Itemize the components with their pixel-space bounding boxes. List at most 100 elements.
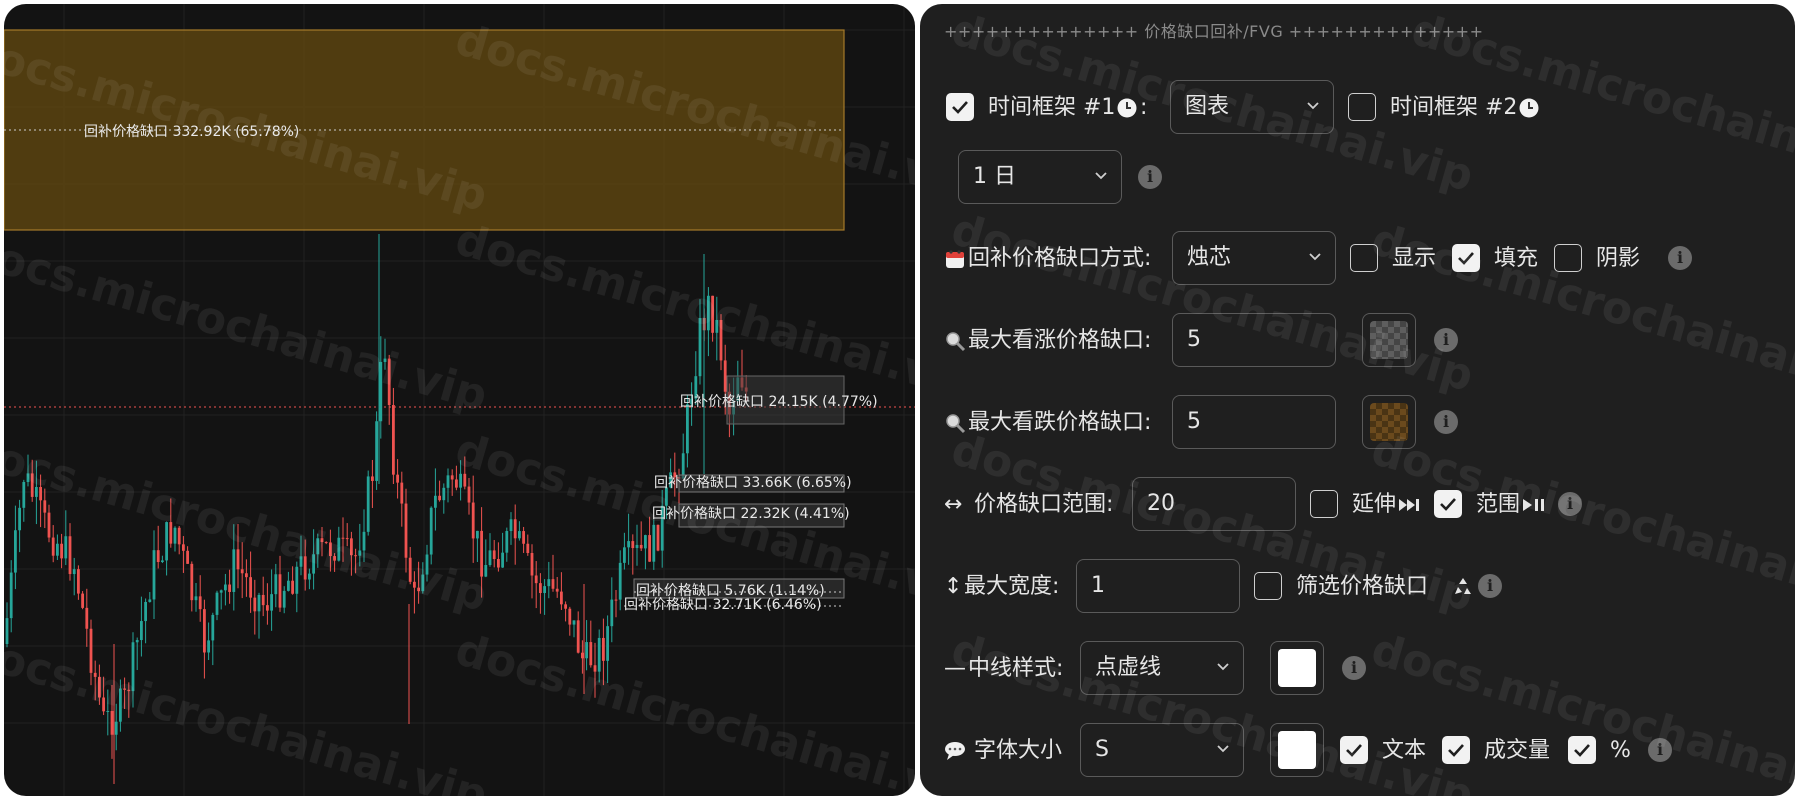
candle-body [320, 538, 324, 543]
candle-body [253, 597, 257, 612]
percent-checkbox[interactable] [1568, 736, 1596, 764]
candle-body [354, 555, 357, 557]
max-bear-label: 最大看跌价格缺口: [968, 410, 1152, 435]
candle-body [148, 599, 152, 602]
candle-body [429, 507, 433, 555]
candle-body [22, 481, 26, 508]
font-color-swatch[interactable] [1270, 723, 1324, 777]
candle-body [186, 550, 189, 564]
info-icon[interactable]: i [1138, 165, 1162, 189]
candle-body [240, 569, 244, 574]
bear-color-swatch[interactable] [1362, 395, 1416, 449]
fill-method-select[interactable]: 烛芯 [1172, 231, 1336, 285]
candle-body [198, 596, 202, 610]
candle-body [551, 579, 555, 589]
candle-body [232, 549, 236, 592]
candle-body [161, 560, 164, 563]
dash-line-icon: — [944, 656, 966, 681]
info-icon[interactable]: i [1434, 410, 1458, 434]
fill-method-select-value: 烛芯 [1187, 245, 1232, 270]
timeframe2-label: 时间框架 #2 [1390, 95, 1518, 120]
candle-body [51, 537, 55, 556]
candle-body [274, 574, 278, 595]
candle-body [488, 550, 492, 566]
candle-body [18, 507, 21, 531]
info-icon[interactable]: i [1434, 328, 1458, 352]
chart-panel[interactable]: 回补价格缺口 332.92K (65.78%) 回补价格缺口 24.15K (4… [4, 4, 915, 796]
candle-body [312, 554, 315, 574]
gap-label-6: 回补价格缺口 32.71K (6.46%) [624, 597, 822, 613]
font-size-select[interactable]: S [1080, 723, 1244, 777]
range-label: 范围 [1476, 492, 1521, 517]
candle-body [5, 618, 9, 644]
candle-body [610, 599, 614, 627]
left-right-arrow-icon: ↔ [944, 492, 963, 517]
info-icon[interactable]: i [1648, 738, 1672, 762]
candle-body [308, 573, 311, 580]
candle-body [85, 607, 89, 629]
max-bear-input[interactable]: 5 [1172, 395, 1336, 449]
shadow-checkbox[interactable] [1554, 244, 1582, 272]
font-size-select-value: S [1095, 737, 1109, 762]
max-width-row: ↕ 最大宽度: 1 筛选价格缺口 i [920, 559, 1795, 615]
fill-method-label: 回补价格缺口方式: [968, 246, 1152, 271]
timeframe2-select[interactable]: 1 日 [958, 150, 1122, 204]
candle-body [513, 519, 517, 539]
candle-body [555, 588, 559, 592]
candle-body [534, 575, 538, 584]
midline-label: 中线样式: [968, 656, 1064, 681]
fill-method-row: 回补价格缺口方式: 烛芯 显示 填充 阴影 i [920, 231, 1795, 287]
candle-body [140, 621, 143, 641]
candle-body [14, 530, 17, 573]
candle-body [497, 559, 500, 568]
info-icon[interactable]: i [1342, 656, 1366, 680]
candle-body [245, 573, 248, 578]
info-icon[interactable]: i [1478, 574, 1502, 598]
timeframe2-select-value: 1 日 [973, 164, 1016, 189]
show-checkbox[interactable] [1350, 244, 1378, 272]
candle-body [102, 697, 105, 712]
info-icon[interactable]: i [1668, 246, 1692, 270]
timeframe2-checkbox[interactable] [1348, 93, 1376, 121]
candle-body [207, 640, 210, 653]
midline-select[interactable]: 点虚线 [1080, 641, 1244, 695]
filter-label: 筛选价格缺口 [1296, 574, 1429, 599]
timeframe-row: 时间框架 #1 : 图表 时间框架 #2 [920, 80, 1795, 136]
candle-body [282, 590, 286, 608]
text-checkbox[interactable] [1340, 736, 1368, 764]
max-width-input[interactable]: 1 [1076, 559, 1240, 613]
chevron-down-icon [1217, 663, 1229, 671]
candle-body [400, 482, 404, 504]
candle-body [324, 542, 328, 544]
timeframe1-select[interactable]: 图表 [1170, 80, 1334, 134]
candle-body [606, 626, 609, 661]
extend-checkbox[interactable] [1310, 490, 1338, 518]
candle-body [257, 594, 261, 612]
fill-checkbox[interactable] [1452, 244, 1480, 272]
candle-body [413, 581, 416, 588]
candle-body [131, 642, 135, 692]
timeframe1-select-value: 图表 [1185, 94, 1230, 119]
calendar-icon [944, 231, 966, 287]
gap-range-input[interactable]: 20 [1132, 477, 1296, 531]
candle-body [698, 318, 702, 377]
gap-label-3: 回补价格缺口 33.66K (6.65%) [654, 475, 852, 491]
range-checkbox[interactable] [1434, 490, 1462, 518]
candle-body [530, 553, 534, 576]
candle-body [123, 688, 126, 690]
timeframe1-checkbox[interactable] [946, 93, 974, 121]
info-icon[interactable]: i [1558, 492, 1582, 516]
candle-body [144, 601, 147, 622]
candle-body [345, 538, 349, 540]
filter-checkbox[interactable] [1254, 572, 1282, 600]
max-bull-input[interactable]: 5 [1172, 313, 1336, 367]
candle-body [127, 689, 131, 692]
candle-body [106, 711, 110, 713]
candle-body [484, 565, 488, 577]
candle-body [379, 361, 383, 422]
midline-color-swatch[interactable] [1270, 641, 1324, 695]
volume-checkbox[interactable] [1442, 736, 1470, 764]
bull-color-swatch[interactable] [1362, 313, 1416, 367]
candle-body [333, 556, 336, 561]
candle-body [43, 500, 47, 513]
